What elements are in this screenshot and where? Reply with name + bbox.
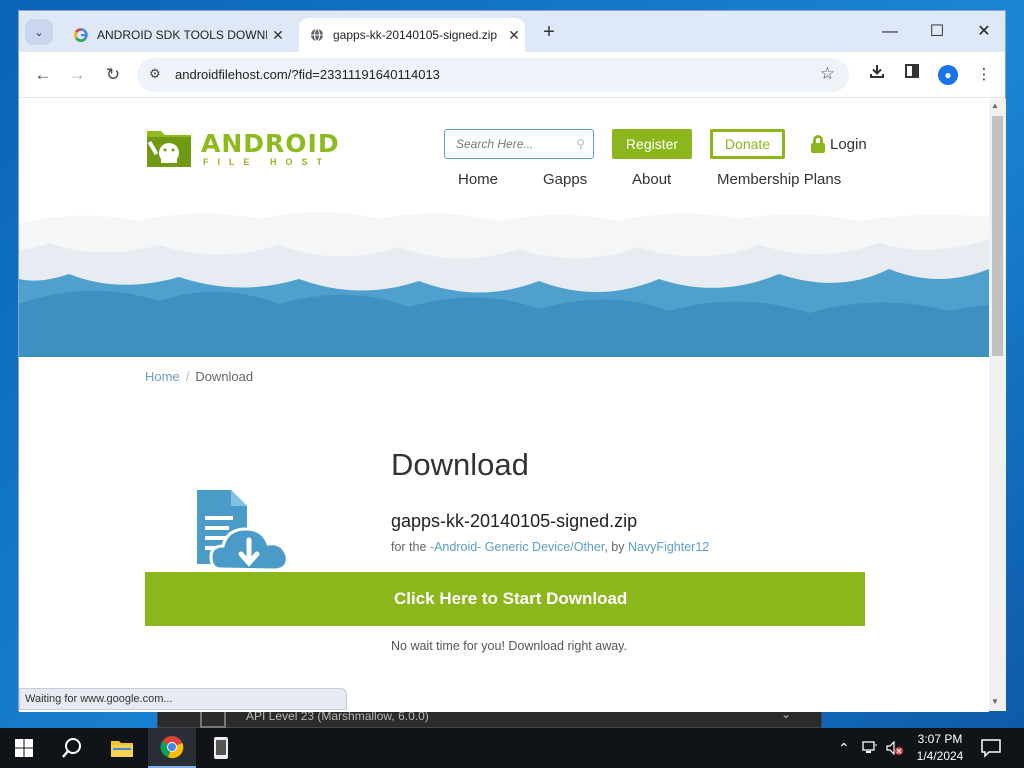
file-info-prefix: for the (391, 540, 427, 554)
no-wait-note: No wait time for you! Download right awa… (391, 639, 627, 653)
cloud-banner (19, 209, 989, 357)
site-search[interactable]: ⚲ (444, 129, 594, 159)
nav-membership-plans[interactable]: Membership Plans (717, 171, 841, 188)
file-explorer-icon[interactable] (98, 728, 146, 768)
nav-home[interactable]: Home (458, 171, 498, 188)
download-icon[interactable] (865, 63, 889, 87)
forward-button[interactable]: → (65, 63, 89, 87)
close-window-button[interactable]: ✕ (961, 19, 1007, 45)
donate-button[interactable]: Donate (710, 129, 785, 159)
close-icon[interactable]: ✕ (267, 27, 289, 44)
close-icon[interactable]: ✕ (503, 27, 525, 44)
taskbar: ⌃ 3:07 PM 1/4/2024 (0, 728, 1024, 768)
search-icon[interactable] (48, 728, 96, 768)
reload-button[interactable]: ↻ (101, 63, 125, 87)
clock-time: 3:07 PM (917, 732, 963, 746)
chevron-up-icon[interactable]: ⌃ (838, 728, 850, 768)
new-tab-button[interactable]: + (537, 21, 561, 44)
breadcrumb: Home / Download (145, 369, 253, 384)
device-link[interactable]: -Android- Generic Device/Other (430, 540, 604, 554)
nav-about[interactable]: About (632, 171, 671, 188)
register-button[interactable]: Register (612, 129, 692, 159)
nav-gapps[interactable]: Gapps (543, 171, 587, 188)
kebab-menu-icon[interactable]: ⋮ (972, 63, 996, 87)
search-icon[interactable]: ⚲ (576, 137, 585, 151)
browser-window: ⌄ ANDROID SDK TOOLS DOWNLO ✕ gapps-kk-20… (18, 10, 1006, 712)
tab-search-button[interactable]: ⌄ (25, 19, 53, 45)
file-info: for the -Android- Generic Device/Other, … (391, 540, 709, 554)
bookmark-star-icon[interactable]: ☆ (820, 64, 835, 84)
logo-subtitle: FILE HOST (203, 157, 331, 167)
network-icon[interactable] (862, 728, 878, 768)
breadcrumb-home[interactable]: Home (145, 369, 180, 384)
google-g-icon (73, 27, 89, 43)
side-panel-icon[interactable] (900, 63, 924, 87)
site-logo[interactable]: ANDROID FILE HOST (145, 121, 355, 173)
login-link[interactable]: Login (811, 129, 867, 159)
address-bar[interactable]: ⚙ androidfilehost.com/?fid=2331119164011… (137, 58, 849, 92)
login-label: Login (830, 135, 867, 153)
browser-toolbar: ← → ↻ ⚙ androidfilehost.com/?fid=2331119… (19, 52, 1005, 98)
profile-icon[interactable]: ● (936, 63, 960, 87)
tab-title: ANDROID SDK TOOLS DOWNLO (97, 28, 267, 42)
file-name: gapps-kk-20140105-signed.zip (391, 511, 638, 531)
scroll-down-arrow-icon[interactable]: ▼ (991, 697, 999, 706)
page-title: Download (391, 447, 529, 482)
uploader-link[interactable]: NavyFighter12 (628, 540, 709, 554)
url-text[interactable]: androidfilehost.com/?fid=233111916401140… (175, 67, 440, 82)
scrollbar-thumb[interactable] (992, 116, 1003, 356)
scroll-up-arrow-icon[interactable]: ▲ (991, 101, 999, 110)
search-input[interactable] (445, 130, 565, 158)
notification-icon[interactable] (980, 738, 1002, 758)
back-button[interactable]: ← (31, 63, 55, 87)
site-info-icon[interactable]: ⚙ (149, 66, 161, 82)
clock-date: 1/4/2024 (916, 749, 964, 763)
page-viewport: ANDROID FILE HOST ⚲ Register Donate Logi… (19, 99, 989, 712)
tab-strip: ⌄ ANDROID SDK TOOLS DOWNLO ✕ gapps-kk-20… (19, 11, 1005, 52)
android-folder-icon (147, 131, 191, 167)
status-bubble: Waiting for www.google.com... (19, 688, 347, 710)
windows-start-icon[interactable] (0, 728, 48, 768)
globe-icon (309, 27, 325, 43)
breadcrumb-separator: / (185, 369, 190, 384)
logo-wordmark: ANDROID (201, 129, 340, 158)
file-info-by: , by (604, 540, 625, 554)
phone-app-icon[interactable] (197, 728, 245, 768)
minimize-button[interactable]: — (867, 19, 913, 45)
breadcrumb-current: Download (195, 369, 254, 384)
maximize-button[interactable]: ☐ (914, 19, 960, 45)
tab-title: gapps-kk-20140105-signed.zip (333, 28, 498, 42)
start-download-button[interactable]: Click Here to Start Download (145, 572, 865, 626)
chrome-icon[interactable] (148, 728, 196, 768)
tab-sdk-tools[interactable]: ANDROID SDK TOOLS DOWNLO ✕ (63, 18, 289, 52)
system-clock[interactable]: 3:07 PM 1/4/2024 (910, 731, 970, 765)
chevron-down-icon: ⌄ (34, 26, 44, 39)
lock-icon (811, 135, 825, 153)
volume-muted-icon[interactable] (886, 728, 904, 768)
file-download-icon (197, 490, 289, 572)
tab-gapps-download[interactable]: gapps-kk-20140105-signed.zip ✕ (299, 18, 525, 52)
